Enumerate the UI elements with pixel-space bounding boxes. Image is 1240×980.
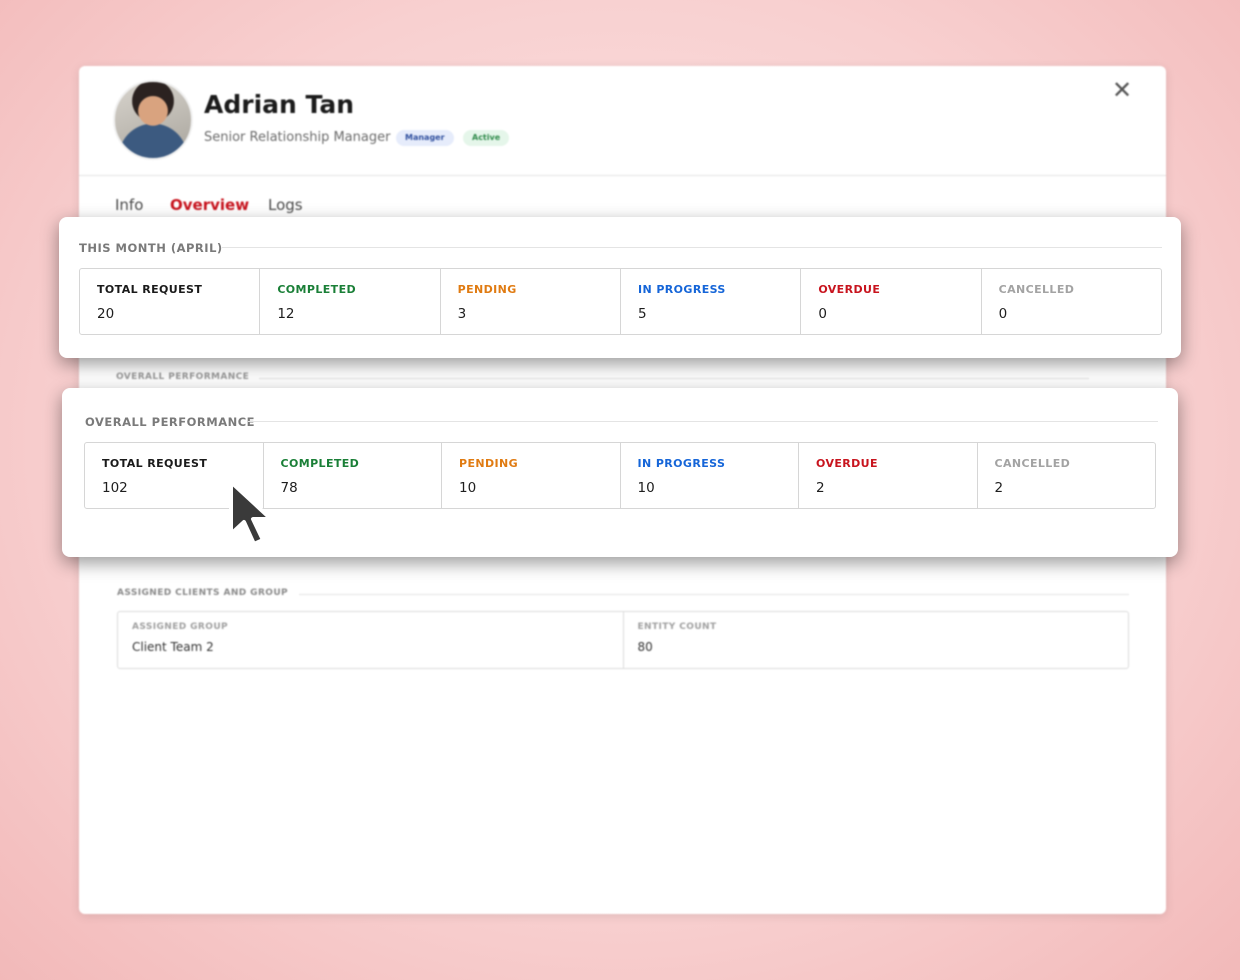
stat-value: 0 [998,306,1008,322]
stat-in-progress[interactable]: IN PROGRESS 10 [619,443,799,508]
status-badge: Active [463,130,510,146]
stat-label: OVERDUE [816,457,878,470]
stat-overdue[interactable]: OVERDUE 0 [800,269,980,334]
stat-overdue[interactable]: OVERDUE 2 [798,443,977,508]
tab-overview[interactable]: Overview [170,196,249,214]
stat-value: 0 [818,306,827,322]
stat-value: 2 [816,480,825,496]
divider [248,421,1158,422]
overall-performance-title: OVERALL PERFORMANCE [85,415,256,429]
stat-label: CANCELLED [998,283,1075,296]
entity-count-label: ENTITY COUNT [637,622,717,632]
profile-header: Adrian Tan Senior Relationship Manager M… [79,66,1166,176]
cursor-arrow-icon [229,480,273,546]
entity-count-value: 80 [637,640,653,654]
close-icon[interactable]: ✕ [1112,78,1132,102]
manager-badge: Manager [396,130,454,146]
stat-value: 10 [637,480,655,496]
stat-cancelled[interactable]: CANCELLED 2 [976,443,1156,508]
this-month-stats: TOTAL REQUEST 20 COMPLETED 12 PENDING 3 … [79,268,1162,335]
stat-value: 3 [457,306,467,322]
stat-value: 12 [277,306,295,322]
stat-label: TOTAL REQUEST [102,457,208,470]
stat-label: IN PROGRESS [637,283,726,296]
stat-value: 5 [637,306,647,322]
assigned-group-cell: ASSIGNED GROUP Client Team 2 [118,612,623,668]
stat-value: 10 [459,480,477,496]
divider [259,378,1089,379]
stat-label: CANCELLED [994,457,1071,470]
stat-label: TOTAL REQUEST [97,283,203,296]
divider [299,594,1129,595]
stat-label: PENDING [457,283,517,296]
assigned-clients-title: ASSIGNED CLIENTS AND GROUP [117,588,289,598]
assigned-clients-box: ASSIGNED GROUP Client Team 2 ENTITY COUN… [117,611,1129,669]
stat-label: COMPLETED [277,283,357,296]
assigned-group-value: Client Team 2 [132,640,214,654]
stat-value: 20 [97,306,115,322]
overall-performance-label-background: OVERALL PERFORMANCE [116,372,250,382]
stat-completed[interactable]: COMPLETED 12 [259,269,439,334]
stat-value: 78 [280,480,298,496]
tab-info[interactable]: Info [115,196,143,214]
tab-logs[interactable]: Logs [268,196,303,214]
assigned-group-label: ASSIGNED GROUP [132,622,229,632]
stat-cancelled[interactable]: CANCELLED 0 [980,269,1161,334]
stat-value: 2 [994,480,1004,496]
stat-label: IN PROGRESS [637,457,726,470]
profile-role: Senior Relationship Manager [204,130,391,145]
avatar [113,80,193,160]
divider [222,247,1162,248]
stat-total-request[interactable]: TOTAL REQUEST 20 [80,269,259,334]
this-month-title: THIS MONTH (APRIL) [79,241,223,255]
entity-count-cell: ENTITY COUNT 80 [622,612,1129,668]
stat-label: PENDING [459,457,519,470]
stat-value: 102 [102,480,128,496]
stat-label: COMPLETED [280,457,360,470]
stat-completed[interactable]: COMPLETED 78 [262,443,442,508]
stat-in-progress[interactable]: IN PROGRESS 5 [619,269,800,334]
stat-label: OVERDUE [818,283,881,296]
this-month-card: THIS MONTH (APRIL) TOTAL REQUEST 20 COMP… [59,217,1181,358]
stat-pending[interactable]: PENDING 10 [441,443,620,508]
profile-name: Adrian Tan [204,90,355,119]
stat-pending[interactable]: PENDING 3 [439,269,620,334]
screenshot-frame: Adrian Tan Senior Relationship Manager M… [0,0,1240,980]
